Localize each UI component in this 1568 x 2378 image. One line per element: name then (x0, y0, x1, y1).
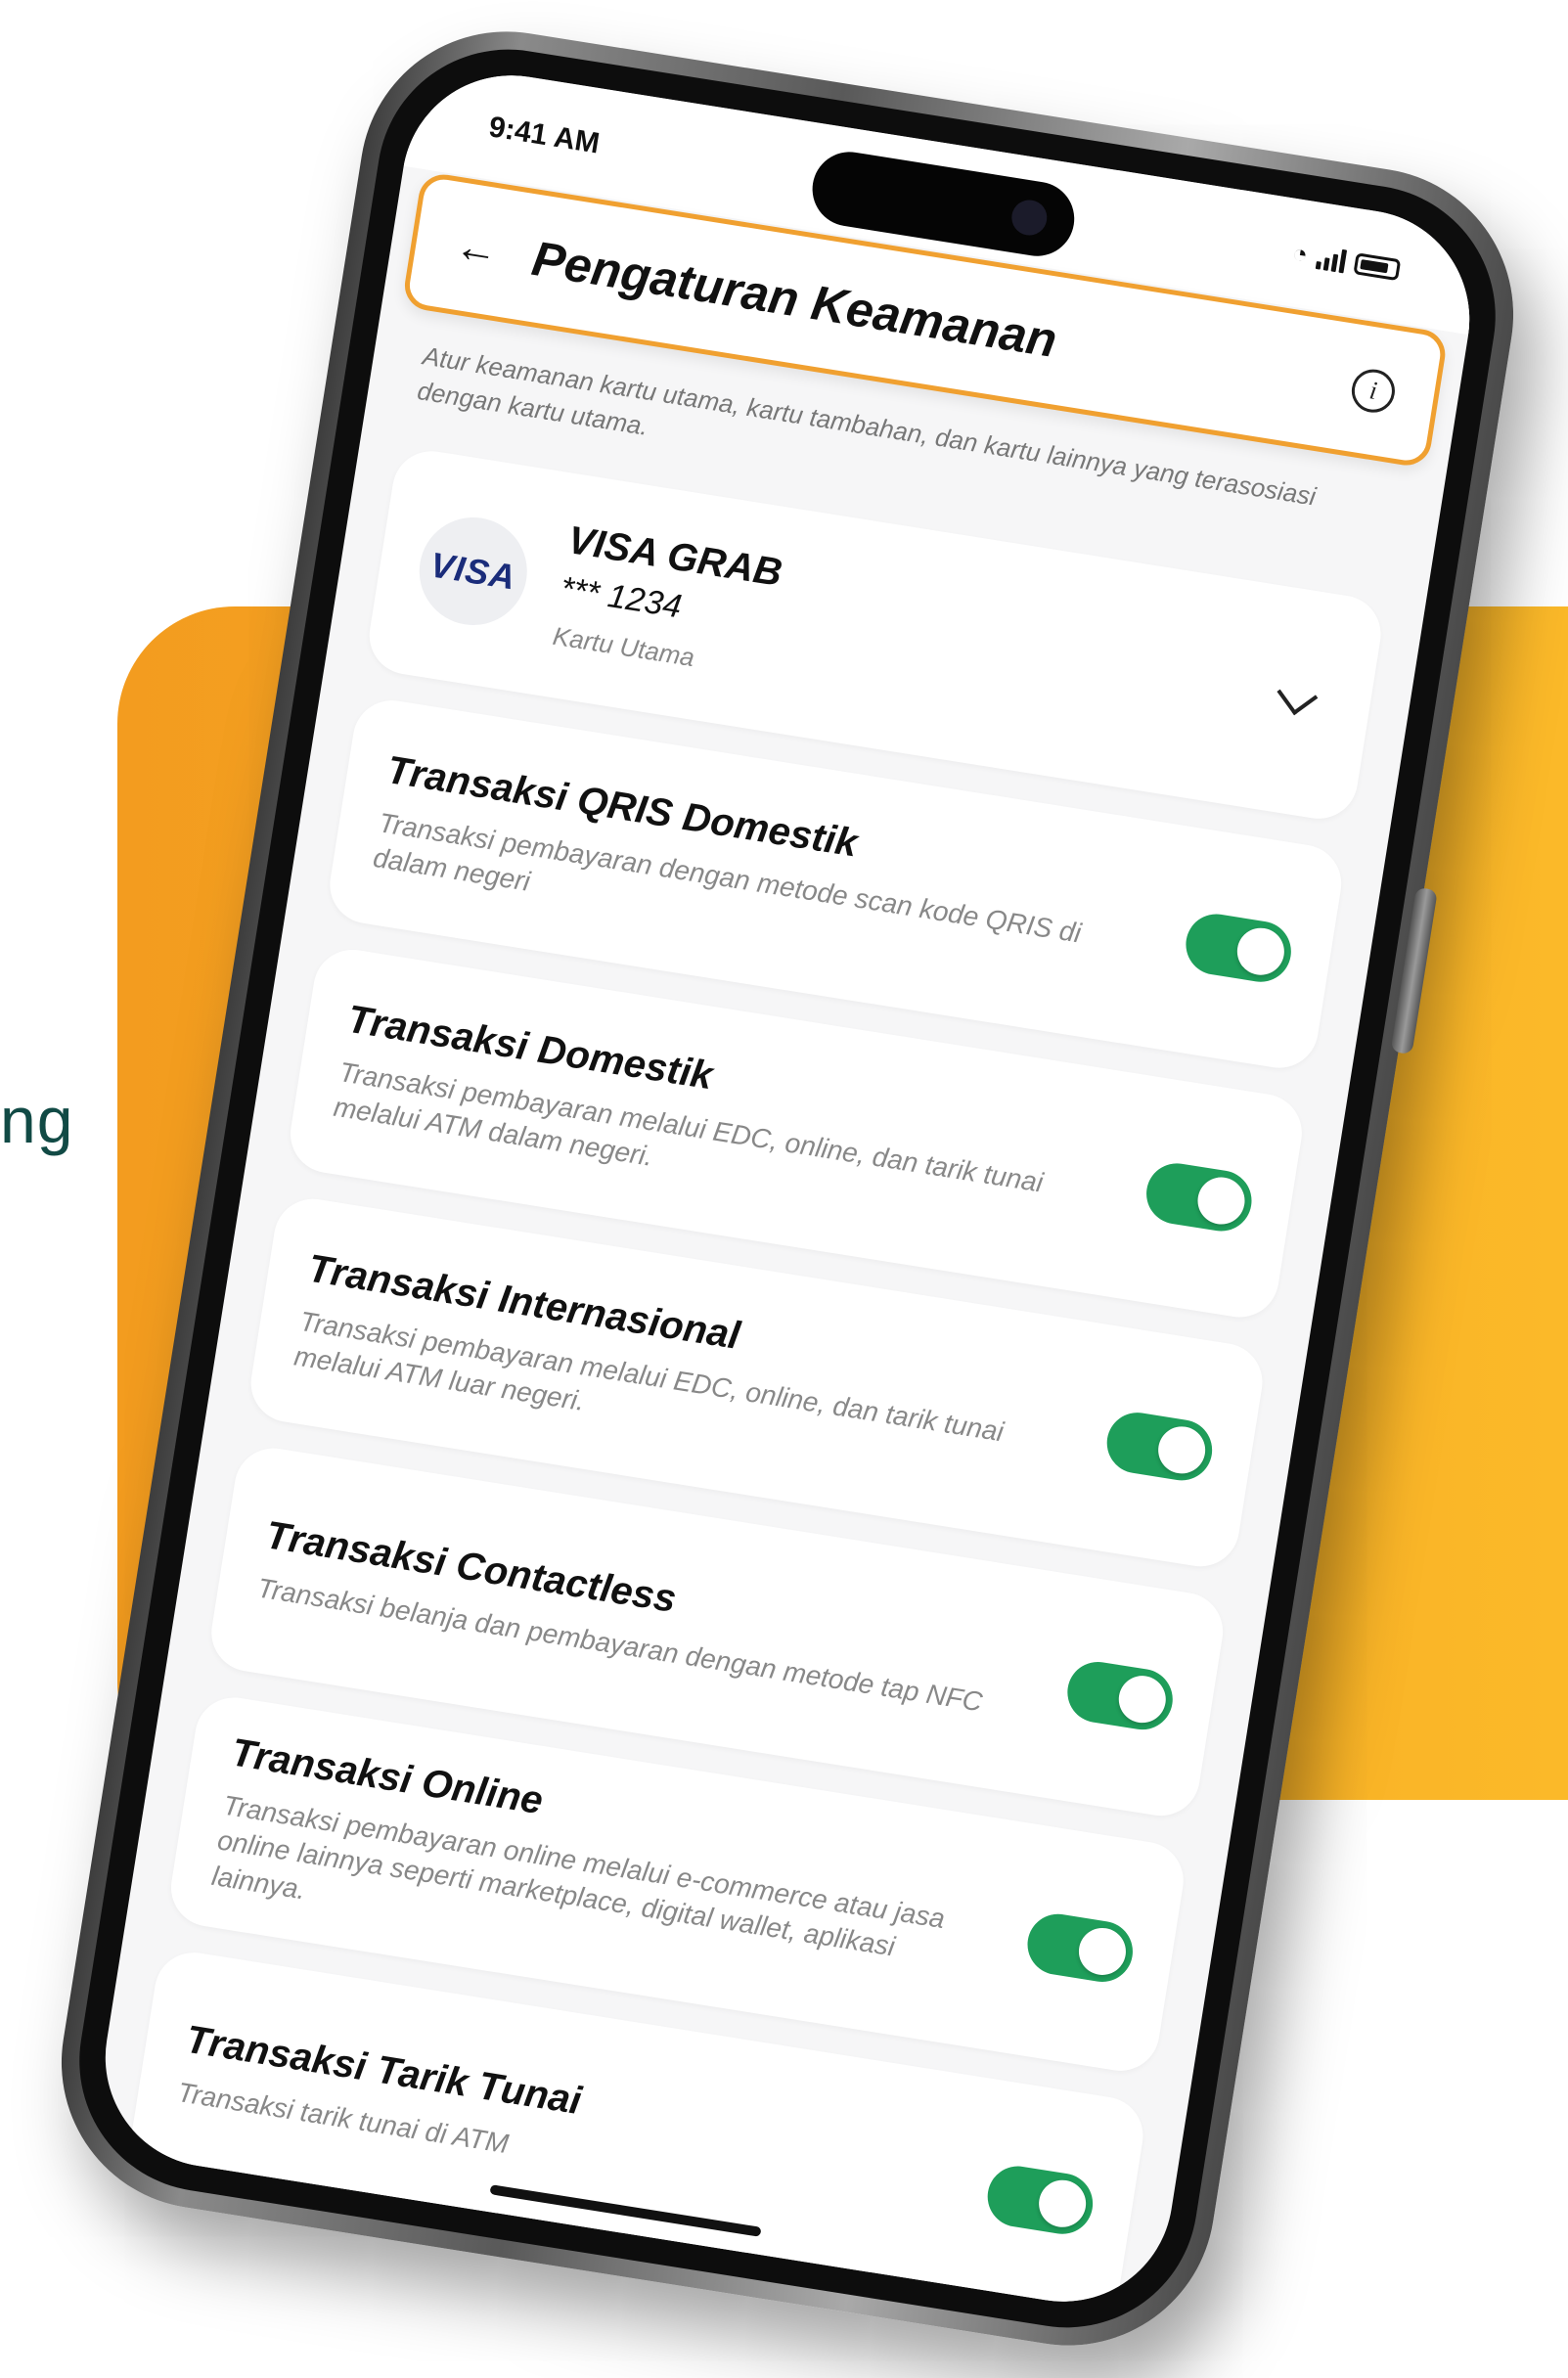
back-arrow-icon[interactable]: ← (452, 221, 502, 275)
info-icon[interactable]: i (1348, 366, 1399, 416)
signal-icon (1315, 246, 1348, 273)
account-info: VISA GRAB *** 1234 Kartu Utama (551, 518, 1292, 765)
setting-text: Transaksi Internasional Transaksi pembay… (291, 1247, 1117, 1503)
status-time: 9:41 AM (486, 111, 603, 160)
side-caption: ng (0, 1084, 74, 1156)
phone-mockup: 9:41 AM ◔ ← Pengaturan Keamanan i Atur k… (40, 10, 1535, 2367)
battery-icon (1353, 251, 1402, 281)
toggle-online[interactable] (1023, 1909, 1138, 1987)
toggle-qris-domestik[interactable] (1181, 909, 1296, 986)
toggle-internasional[interactable] (1102, 1408, 1217, 1485)
marketing-stage: ng 9:41 AM ◔ ← Pengaturan Keamanan i Atu… (0, 0, 1568, 2378)
setting-text: Transaksi QRIS Domestik Transaksi pembay… (371, 748, 1196, 1004)
status-icons: ◔ (1290, 238, 1402, 285)
toggle-contactless[interactable] (1062, 1657, 1178, 1734)
setting-text: Transaksi Contactless Transaksi belanja … (255, 1513, 1076, 1733)
toggle-tarik-tunai[interactable] (983, 2162, 1098, 2239)
phone-screen: 9:41 AM ◔ ← Pengaturan Keamanan i Atur k… (89, 60, 1486, 2317)
wifi-icon: ◔ (1290, 238, 1311, 270)
setting-text: Transaksi Domestik Transaksi pembayaran … (331, 998, 1156, 1253)
toggle-domestik[interactable] (1142, 1158, 1257, 1235)
visa-logo: VISA (411, 509, 535, 633)
